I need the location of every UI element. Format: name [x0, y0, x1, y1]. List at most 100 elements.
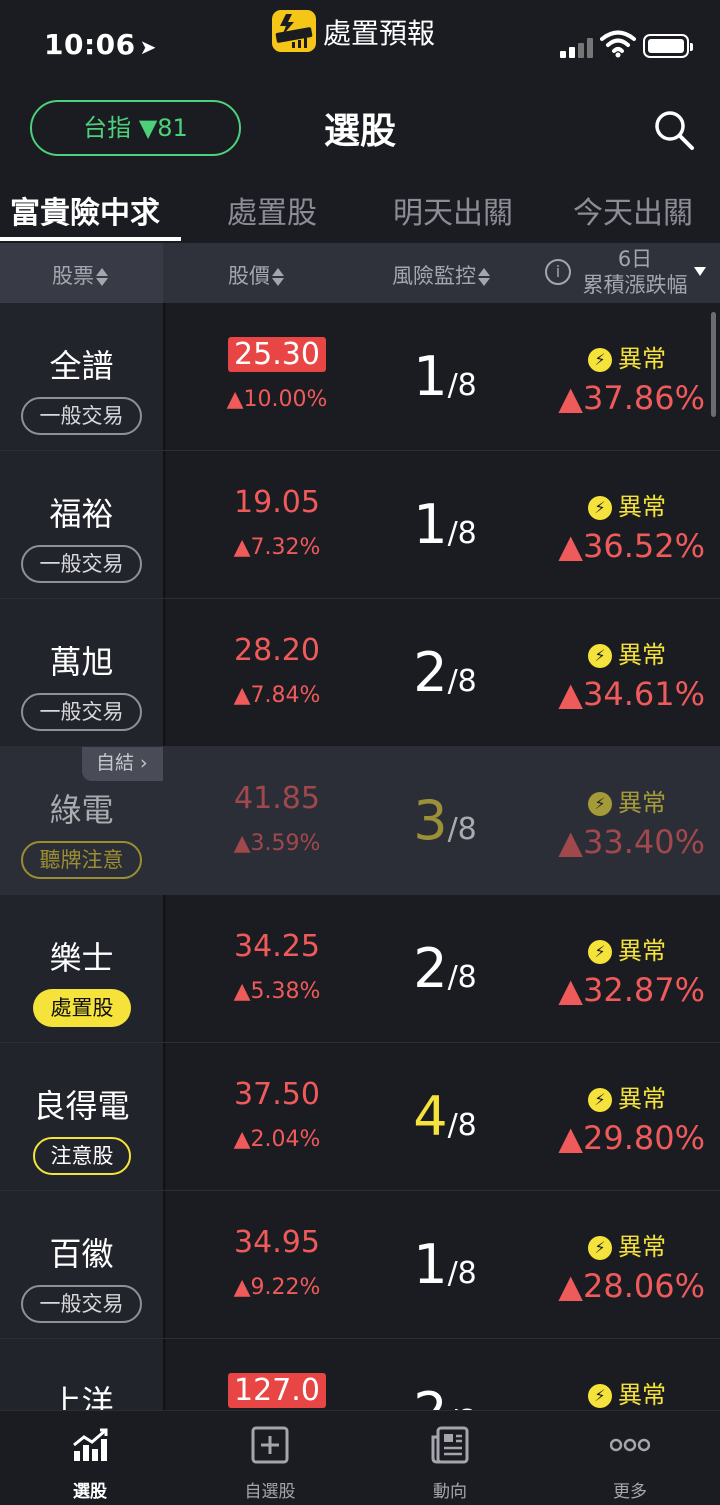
- risk-count: 1: [413, 1233, 448, 1296]
- price-change: ▲10.00%: [226, 387, 328, 412]
- status-label: 異常: [618, 937, 666, 965]
- stock-row[interactable]: 自結 › 綠電 聽牌注意 41.85 ▲3.59% 3/8 ⚡ 異常 ▲33.40…: [0, 747, 720, 895]
- abnormal-status: ⚡ 異常: [588, 783, 666, 818]
- trade-status-badge: 注意股: [33, 1137, 131, 1175]
- stock-price: 28.20: [234, 633, 320, 668]
- row-divider: [163, 1043, 167, 1190]
- sort-stock[interactable]: 股票: [52, 260, 108, 290]
- cellular-signal-icon: [560, 36, 594, 58]
- stock-row[interactable]: 良得電 注意股 37.50 ▲2.04% 4/8 ⚡ 異常 ▲29.80%: [0, 1043, 720, 1191]
- row-divider: [163, 303, 167, 450]
- abnormal-status: ⚡ 異常: [588, 487, 666, 522]
- tab-release-tomorrow[interactable]: 明天出關: [393, 188, 513, 232]
- sort-arrows-icon: [478, 266, 490, 288]
- battery-icon: [643, 34, 693, 58]
- trade-status-badge: 一般交易: [21, 545, 142, 583]
- column-price-label: 股價: [228, 264, 270, 288]
- tab-release-today[interactable]: 今天出關: [573, 188, 693, 232]
- location-arrow-icon: ➤: [139, 35, 157, 59]
- stock-price: 41.85: [234, 781, 320, 816]
- lightning-icon: ⚡: [588, 1236, 612, 1260]
- tab-disposal-stocks[interactable]: 處置股: [227, 188, 317, 232]
- status-label: 異常: [618, 641, 666, 669]
- stock-row[interactable]: 全譜 一般交易 25.30 ▲10.00% 1/8 ⚡ 異常 ▲37.86%: [0, 303, 720, 451]
- abnormal-status: ⚡ 異常: [588, 1375, 666, 1410]
- cumulative-change: ▲34.61%: [558, 675, 705, 713]
- cumulative-change: ▲36.52%: [558, 527, 705, 565]
- lightning-icon: ⚡: [588, 644, 612, 668]
- stock-price: 34.95: [234, 1225, 320, 1260]
- stock-name: 全譜: [49, 347, 114, 385]
- risk-count: 2: [413, 1381, 447, 1410]
- nav-watchlist[interactable]: 自選股: [180, 1411, 360, 1505]
- stock-price: 127.0: [180, 1373, 374, 1408]
- sort-price[interactable]: 股價: [228, 260, 284, 290]
- risk-count: 1: [413, 345, 448, 408]
- search-icon[interactable]: [652, 108, 696, 152]
- stock-row[interactable]: 福裕 一般交易 19.05 ▲7.32% 1/8 ⚡ 異常 ▲36.52%: [0, 451, 720, 599]
- nav-label: 動向: [433, 1482, 467, 1502]
- column-risk-label: 風險監控: [392, 264, 476, 288]
- sort-arrows-icon: [96, 266, 108, 288]
- stock-price: 34.25: [234, 929, 320, 964]
- info-icon[interactable]: i: [545, 259, 571, 285]
- price-value: 25.30: [228, 337, 326, 372]
- risk-count: 1: [413, 493, 448, 556]
- page-title: 選股: [323, 111, 396, 152]
- app-logo-icon: [272, 10, 316, 52]
- price-change: ▲3.59%: [233, 831, 321, 856]
- stock-name: 百徽: [49, 1235, 114, 1273]
- status-label: 異常: [618, 1233, 666, 1261]
- risk-monitor: 3/8: [380, 789, 510, 852]
- stock-name: 福裕: [49, 495, 114, 533]
- stock-name: 良得電: [33, 1087, 130, 1125]
- risk-count: 2: [413, 641, 448, 704]
- lightning-icon: ⚡: [588, 792, 612, 816]
- status-time: 10:06 ➤: [44, 28, 157, 61]
- cumulative-change: ▲28.06%: [558, 1267, 705, 1305]
- stock-row[interactable]: 百徽 一般交易 34.95 ▲9.22% 1/8 ⚡ 異常 ▲28.06%: [0, 1191, 720, 1339]
- sort-risk[interactable]: 風險監控: [392, 260, 490, 290]
- stock-list: 全譜 一般交易 25.30 ▲10.00% 1/8 ⚡ 異常 ▲37.86% 福裕…: [0, 303, 720, 1410]
- self-settle-tag[interactable]: 自結 ›: [82, 747, 163, 781]
- risk-monitor: 1/8: [380, 493, 510, 556]
- lightning-icon: ⚡: [588, 940, 612, 964]
- trade-status-badge: 處置股: [33, 989, 131, 1027]
- risk-monitor: 4/8: [380, 1085, 510, 1148]
- scrollbar[interactable]: [711, 312, 716, 417]
- column-stock-label: 股票: [52, 264, 94, 288]
- risk-total: /8: [447, 960, 477, 995]
- stock-row[interactable]: 樂士 處置股 34.25 ▲5.38% 2/8 ⚡ 異常 ▲32.87%: [0, 895, 720, 1043]
- sort-cumulative[interactable]: 6日 累積漲跌幅: [576, 246, 694, 298]
- sort-arrows-icon: [272, 266, 284, 288]
- sort-desc-icon: [694, 267, 706, 276]
- risk-total: /8: [447, 1256, 477, 1291]
- cumulative-change: ▲32.87%: [558, 971, 705, 1009]
- abnormal-status: ⚡ 異常: [588, 635, 666, 670]
- abnormal-status: ⚡ 異常: [588, 1079, 666, 1114]
- risk-monitor: 2/8: [380, 1381, 510, 1410]
- column-cum-line1: 6日: [617, 247, 653, 271]
- nav-trends[interactable]: 動向: [360, 1411, 540, 1505]
- cumulative-change: ▲29.80%: [558, 1119, 705, 1157]
- nav-stock-picker[interactable]: 選股: [0, 1411, 180, 1505]
- risk-count: 2: [413, 937, 448, 1000]
- price-change: ▲5.38%: [233, 979, 321, 1004]
- trade-status-badge: 一般交易: [21, 693, 142, 731]
- column-header: 股票 股價 風險監控 i 6日 累積漲跌幅: [0, 243, 720, 303]
- nav-more[interactable]: 更多: [540, 1411, 720, 1505]
- status-label: 異常: [618, 789, 666, 817]
- trade-status-badge: 聽牌注意: [21, 841, 142, 879]
- risk-total: /8: [447, 664, 477, 699]
- tab-high-risk[interactable]: 富貴險中求: [10, 188, 160, 232]
- chart-icon: [73, 1428, 108, 1461]
- abnormal-status: ⚡ 異常: [588, 1227, 666, 1262]
- risk-monitor: 2/8: [380, 937, 510, 1000]
- row-divider: [163, 599, 167, 746]
- cumulative-change: ▲37.86%: [558, 379, 705, 417]
- stock-row[interactable]: 上洋 127.0 2/8 ⚡異常: [0, 1339, 720, 1410]
- add-square-icon: [251, 1426, 289, 1464]
- stock-row[interactable]: 萬旭 一般交易 28.20 ▲7.84% 2/8 ⚡ 異常 ▲34.61%: [0, 599, 720, 747]
- status-label: 異常: [618, 345, 666, 373]
- risk-count: 3: [413, 789, 448, 852]
